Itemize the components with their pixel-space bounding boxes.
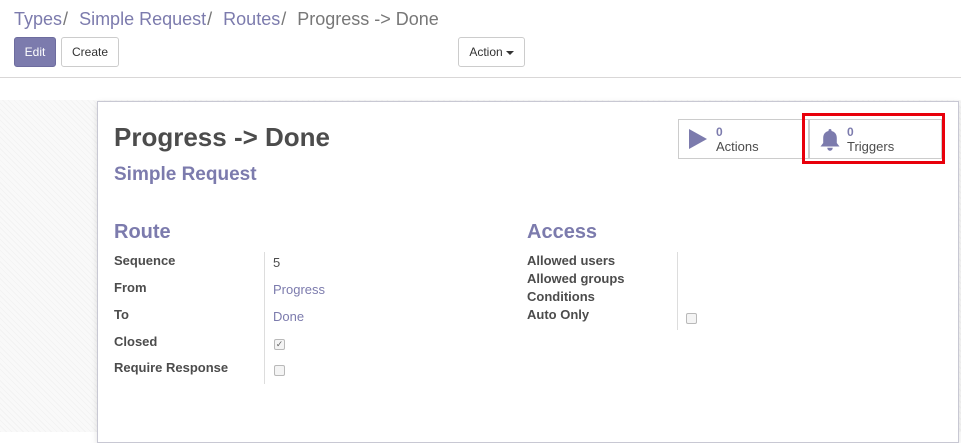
bell-icon [819, 128, 841, 157]
breadcrumb-item-types[interactable]: Types [14, 9, 62, 29]
require-response-checkbox[interactable] [274, 365, 285, 376]
route-group-title: Route [114, 221, 171, 243]
sequence-label: Sequence [114, 253, 176, 268]
record-subtitle: Simple Request [114, 164, 257, 185]
edit-button[interactable]: Edit [14, 37, 56, 67]
access-group-title: Access [527, 221, 598, 243]
actions-count: 0 [716, 125, 723, 139]
auto-only-checkbox[interactable] [686, 313, 697, 324]
content-top-spacer [0, 78, 961, 100]
caret-down-icon [505, 50, 514, 55]
route-group-divider [264, 252, 265, 384]
sequence-value: 5 [273, 255, 281, 270]
action-button-label: Action [469, 45, 503, 59]
from-link[interactable]: Progress [273, 282, 325, 297]
conditions-label: Conditions [527, 289, 595, 304]
auto-only-label: Auto Only [527, 307, 590, 322]
breadcrumb-separator: / [207, 9, 213, 29]
triggers-count: 0 [847, 125, 854, 139]
triggers-label: Triggers [847, 139, 895, 154]
triggers-smart-button[interactable]: 0 Triggers [809, 119, 942, 159]
action-dropdown-button[interactable]: Action [458, 37, 525, 67]
to-link[interactable]: Done [273, 309, 304, 324]
breadcrumb-separator: / [63, 9, 69, 29]
allowed-groups-label: Allowed groups [527, 271, 625, 286]
from-label: From [114, 280, 147, 295]
create-button[interactable]: Create [61, 37, 119, 67]
breadcrumb-item-routes[interactable]: Routes [223, 9, 280, 29]
form-sheet: Progress -> Done Simple Request 0 Action… [97, 101, 959, 443]
breadcrumb-current: Progress -> Done [297, 9, 439, 29]
record-title: Progress -> Done [114, 122, 331, 152]
play-icon [688, 128, 708, 155]
allowed-users-label: Allowed users [527, 253, 616, 268]
closed-checkbox[interactable]: ✓ [274, 339, 285, 350]
closed-label: Closed [114, 334, 158, 349]
to-label: To [114, 307, 129, 322]
control-panel: Types/ Simple Request/ Routes/ Progress … [0, 0, 961, 78]
access-group-divider [677, 252, 678, 330]
breadcrumb: Types/ Simple Request/ Routes/ Progress … [14, 8, 439, 30]
breadcrumb-item-simple-request[interactable]: Simple Request [79, 9, 206, 29]
breadcrumb-separator: / [281, 9, 287, 29]
require-response-label: Require Response [114, 360, 229, 375]
actions-label: Actions [716, 139, 759, 154]
actions-smart-button[interactable]: 0 Actions [678, 119, 809, 159]
